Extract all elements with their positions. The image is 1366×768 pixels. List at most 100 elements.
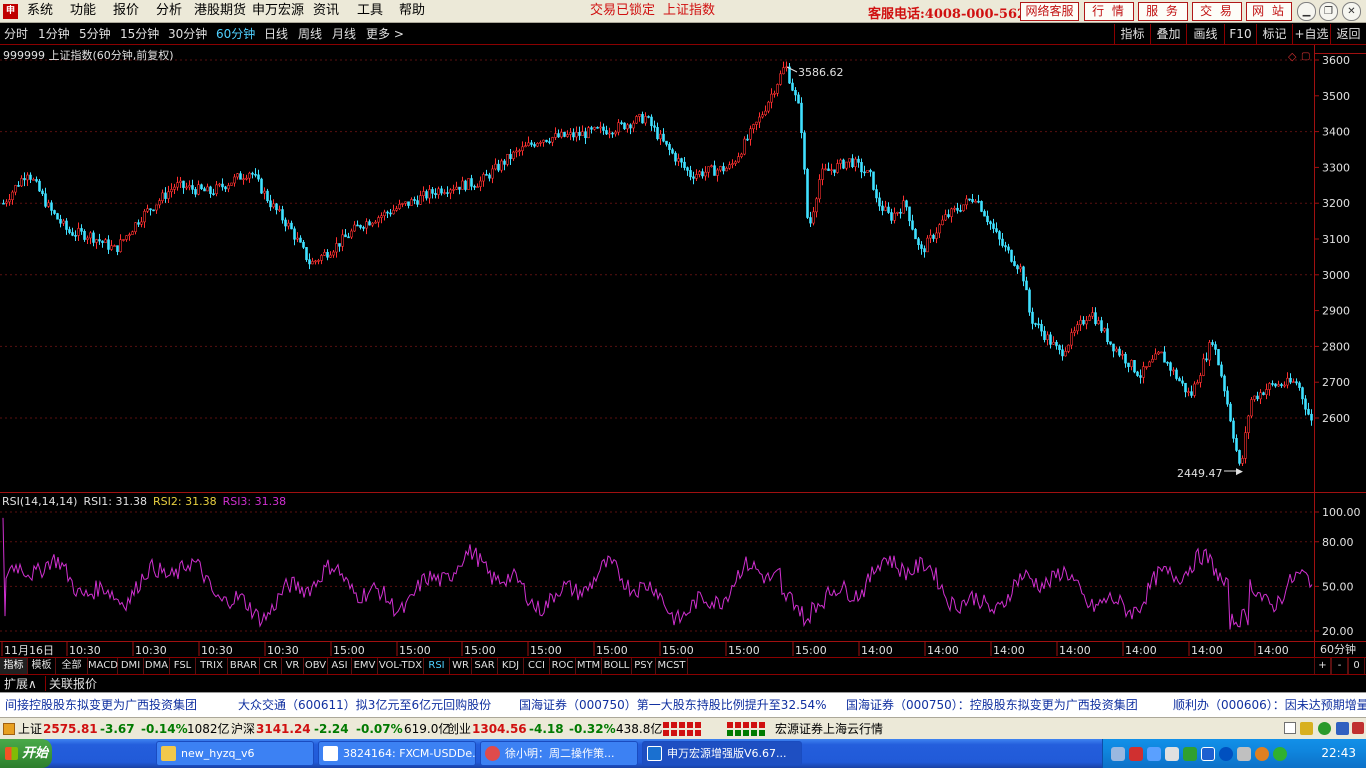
indicator-tab-boll[interactable]: BOLL (602, 658, 632, 674)
trade-button[interactable]: 交 易 (1192, 2, 1242, 21)
menu-function[interactable]: 功能 (70, 3, 96, 19)
restore-icon[interactable]: ❐ (1319, 2, 1338, 21)
tool-mark[interactable]: 标记 (1256, 24, 1292, 44)
menu-swhy[interactable]: 申万宏源 (252, 3, 304, 19)
tool-f10[interactable]: F10 (1224, 24, 1256, 44)
airplane-icon[interactable] (1129, 747, 1143, 761)
news-item[interactable]: 国海证券（000750）第一大股东持股比例提升至32.54% (519, 697, 827, 714)
connection-status-icon[interactable] (1318, 722, 1331, 735)
lock-icon[interactable] (1300, 722, 1313, 735)
indicator-tab-指标[interactable]: 指标 (0, 658, 28, 674)
indicator-tab-kdj[interactable]: KDJ (498, 658, 524, 674)
menu-news[interactable]: 资讯 (313, 3, 339, 19)
expand-toggle[interactable]: 扩展∧ (4, 676, 37, 692)
indicator-tab-cr[interactable]: CR (260, 658, 282, 674)
indicator-tab-dma[interactable]: DMA (144, 658, 170, 674)
indicator-tab-brar[interactable]: BRAR (228, 658, 260, 674)
tool-add-watchlist[interactable]: +自选 (1292, 24, 1330, 44)
close-icon[interactable]: ✕ (1342, 2, 1361, 21)
tool-back[interactable]: 返回 (1330, 24, 1366, 44)
candle-body (1127, 362, 1130, 367)
layout-icon[interactable] (1284, 722, 1296, 734)
taskbar-item-browser[interactable]: 徐小明：周二操作策... (480, 741, 638, 766)
indicator-tab-emv[interactable]: EMV (352, 658, 378, 674)
menu-tools[interactable]: 工具 (357, 3, 383, 19)
keyboard-icon[interactable] (1111, 747, 1125, 761)
indicator-tab-trix[interactable]: TRIX (196, 658, 228, 674)
period-monthly[interactable]: 月线 (332, 26, 356, 42)
candle-body (797, 94, 800, 104)
tool-overlay[interactable]: 叠加 (1150, 24, 1186, 44)
indicator-tab-sar[interactable]: SAR (472, 658, 498, 674)
alert-icon[interactable] (1352, 722, 1364, 734)
period-timeshare[interactable]: 分时 (4, 26, 28, 42)
menu-help[interactable]: 帮助 (399, 3, 425, 19)
volume-icon[interactable] (1165, 747, 1179, 761)
zoom-out-button[interactable]: - (1331, 658, 1348, 674)
indicator-tab-mtm[interactable]: MTM (576, 658, 602, 674)
network-icon[interactable] (1183, 747, 1197, 761)
taskbar-item-folder[interactable]: new_hyzq_v6 (156, 741, 314, 766)
indicator-tab-dmi[interactable]: DMI (118, 658, 144, 674)
website-button[interactable]: 网 站 (1246, 2, 1292, 21)
indicator-tab-vol-tdx[interactable]: VOL-TDX (378, 658, 424, 674)
trade-lock-status[interactable]: 交易已锁定 (590, 3, 655, 19)
menu-analysis[interactable]: 分析 (156, 3, 182, 19)
taskbar-item-trading-app[interactable]: 申万宏源增强版V6.67... (642, 741, 802, 766)
antivirus-icon[interactable] (1273, 747, 1287, 761)
candle-body (1250, 399, 1253, 417)
news-item[interactable]: 大众交通（600611）拟3亿元至6亿元回购股份 (238, 697, 491, 714)
indicator-tab-obv[interactable]: OBV (304, 658, 328, 674)
chart-area[interactable]: 3600 3500 3400 3300 3200 3100 3000 2900 2800 2700… (0, 45, 1366, 657)
tool-indicator[interactable]: 指标 (1114, 24, 1150, 44)
zoom-reset-button[interactable]: 0 (1348, 658, 1365, 674)
minimize-icon[interactable]: ▁ (1297, 2, 1316, 21)
update-icon[interactable] (1255, 747, 1269, 761)
security-icon[interactable] (1237, 747, 1251, 761)
menu-hk-futures[interactable]: 港股期货 (194, 3, 246, 19)
indicator-tab-fsl[interactable]: FSL (170, 658, 196, 674)
period-60min[interactable]: 60分钟 (216, 26, 255, 42)
window-square-icon[interactable]: ▢ (1301, 51, 1310, 62)
cy-index-name[interactable]: 创业 (447, 721, 471, 737)
indicator-tab-roc[interactable]: ROC (550, 658, 576, 674)
market-button[interactable]: 行 情 (1084, 2, 1134, 21)
indicator-tab-模板[interactable]: 模板 (28, 658, 56, 674)
indicator-tab-psy[interactable]: PSY (632, 658, 656, 674)
service-button[interactable]: 服 务 (1138, 2, 1188, 21)
news-item[interactable]: 顺利办（000606）：因未达预期增量 (1173, 697, 1366, 714)
indicator-tab-mcst[interactable]: MCST (656, 658, 688, 674)
period-1min[interactable]: 1分钟 (38, 26, 70, 42)
start-button[interactable]: 开始 (0, 739, 52, 768)
related-quote-tab[interactable]: 关联报价 (49, 676, 97, 692)
tool-drawline[interactable]: 画线 (1186, 24, 1224, 44)
news-item[interactable]: 间接控股股东拟变更为广西投资集团 (5, 697, 197, 714)
bluetooth-icon[interactable] (1219, 747, 1233, 761)
period-more[interactable]: 更多 > (366, 26, 404, 42)
period-5min[interactable]: 5分钟 (79, 26, 111, 42)
sh-index-name[interactable]: 上证 (18, 721, 42, 737)
period-daily[interactable]: 日线 (264, 26, 288, 42)
taskbar-item-fxcm[interactable]: 3824164: FXCM-USDDe... (318, 741, 476, 766)
online-service-button[interactable]: 网络客服 (1020, 2, 1079, 21)
zoom-in-button[interactable]: + (1314, 658, 1331, 674)
period-weekly[interactable]: 周线 (298, 26, 322, 42)
message-icon[interactable] (1336, 722, 1349, 735)
indicator-tab-全部[interactable]: 全部 (56, 658, 88, 674)
qq-icon[interactable] (1201, 747, 1215, 761)
indicator-tab-macd[interactable]: MACD (88, 658, 118, 674)
indicator-tab-vr[interactable]: VR (282, 658, 304, 674)
indicator-tab-rsi[interactable]: RSI (424, 658, 450, 674)
hs-index-name[interactable]: 沪深 (231, 721, 255, 737)
index-ticker-icon[interactable] (3, 723, 15, 735)
input-method-icon[interactable] (1147, 747, 1161, 761)
news-item[interactable]: 国海证券（000750）：控股股东拟变更为广西投资集团 (846, 697, 1138, 714)
indicator-tab-cci[interactable]: CCI (524, 658, 550, 674)
menu-quote[interactable]: 报价 (113, 3, 139, 19)
diamond-icon[interactable]: ◇ (1288, 50, 1297, 63)
indicator-tab-wr[interactable]: WR (450, 658, 472, 674)
indicator-tab-asi[interactable]: ASI (328, 658, 352, 674)
period-15min[interactable]: 15分钟 (120, 26, 159, 42)
menu-system[interactable]: 系统 (27, 3, 53, 19)
period-30min[interactable]: 30分钟 (168, 26, 207, 42)
